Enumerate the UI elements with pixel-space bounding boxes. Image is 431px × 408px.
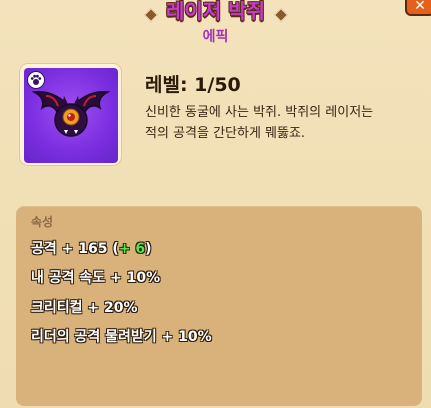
stat-critical: 크리티컬 + 20% <box>31 300 138 316</box>
rarity-label: 에픽 <box>202 29 229 45</box>
stat-attack-suffix: ) <box>145 241 152 257</box>
pet-name-title: 레이저 박쥐 <box>166 0 265 23</box>
paw-badge <box>27 71 45 89</box>
pet-level: 레벨: 1/50 <box>145 74 241 96</box>
stat-attack: 공격 + 165 (+ 6) <box>31 238 152 258</box>
pet-description-line-1: 신비한 동굴에 사는 박쥐. 박쥐의 레이저는 <box>145 105 374 120</box>
pet-icon-card <box>24 68 118 163</box>
close-button[interactable]: ✕ <box>405 0 431 16</box>
stat-attack-base: 공격 + 165 ( <box>31 241 119 257</box>
stat-attack-bonus: + 6 <box>118 241 146 257</box>
pet-description-line-2: 적의 공격을 간단하게 뭬뚫죠. <box>145 126 306 141</box>
paw-icon <box>30 74 42 85</box>
stats-header: 속성 <box>31 215 54 229</box>
stat-attack-speed: 내 공격 속도 + 10% <box>31 270 161 286</box>
stat-leader-attack-inherit: 리더의 공격 물려받기 + 10% <box>31 329 212 345</box>
pet-description: 신비한 동굴에 사는 박쥐. 박쥐의 레이저는 적의 공격을 간단하게 뭬뚫죠. <box>145 102 425 144</box>
